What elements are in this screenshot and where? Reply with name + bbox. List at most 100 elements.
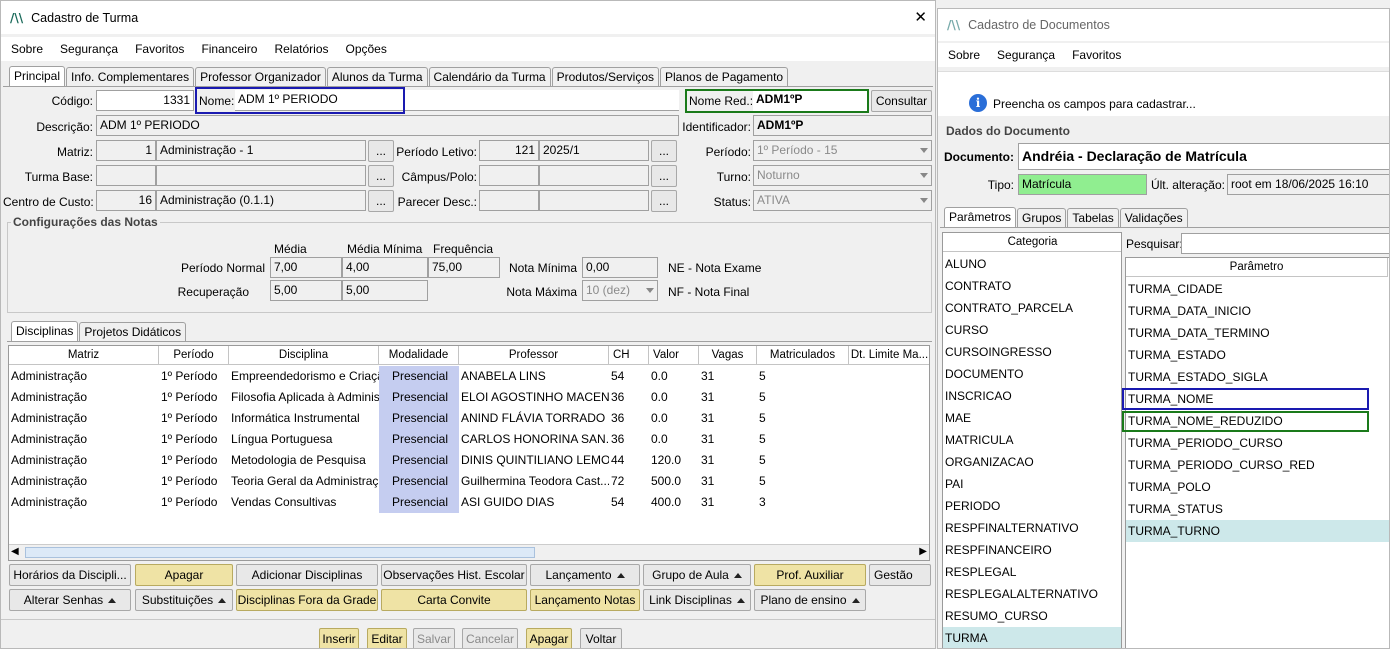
parametro-item[interactable]: TURMA_DATA_TERMINO bbox=[1126, 322, 1389, 344]
disciplinas-fora-grade-button[interactable]: Disciplinas Fora da Grade bbox=[236, 589, 378, 611]
tab-planos-pagamento[interactable]: Planos de Pagamento bbox=[660, 67, 789, 87]
tab-validacoes[interactable]: Validações bbox=[1119, 208, 1188, 228]
table-row[interactable]: Administração 1º Período Vendas Consultiva… bbox=[9, 492, 929, 513]
col-matriz[interactable]: Matriz bbox=[9, 346, 159, 365]
tab-disciplinas[interactable]: Disciplinas bbox=[11, 321, 79, 342]
parametro-item[interactable]: TURMA_PERIODO_CURSO bbox=[1126, 432, 1389, 454]
consultar-button[interactable]: Consultar bbox=[871, 90, 932, 112]
matriz-lookup-button[interactable]: ... bbox=[368, 140, 394, 162]
doc-menu-favoritos[interactable]: Favoritos bbox=[1072, 48, 1121, 62]
parametro-item[interactable]: TURMA_CIDADE bbox=[1126, 278, 1389, 300]
categoria-item[interactable]: ALUNO bbox=[943, 253, 1121, 275]
horarios-disciplina-button[interactable]: Horários da Discipli... bbox=[9, 564, 131, 586]
doc-menu-seguranca[interactable]: Segurança bbox=[997, 48, 1055, 62]
categoria-item[interactable]: PAI bbox=[943, 473, 1121, 495]
rec-media-field[interactable]: 5,00 bbox=[270, 280, 342, 301]
centro-custo-field[interactable]: Administração (0.1.1) bbox=[156, 190, 366, 211]
observacoes-hist-button[interactable]: Observações Hist. Escolar bbox=[381, 564, 527, 586]
parametro-item[interactable]: TURMA_POLO bbox=[1126, 476, 1389, 498]
status-select[interactable]: ATIVA bbox=[753, 190, 932, 211]
parametro-item[interactable]: TURMA_ESTADO_SIGLA bbox=[1126, 366, 1389, 388]
categoria-item[interactable]: TURMA bbox=[943, 627, 1121, 648]
scroll-right-icon[interactable]: ▶ bbox=[919, 546, 927, 557]
menu-seguranca[interactable]: Segurança bbox=[60, 42, 118, 56]
editar-button[interactable]: Editar bbox=[367, 628, 407, 648]
doc-menu-sobre[interactable]: Sobre bbox=[948, 48, 980, 62]
carta-convite-button[interactable]: Carta Convite bbox=[381, 589, 527, 611]
parametro-item[interactable]: TURMA_PERIODO_CURSO_RED bbox=[1126, 454, 1389, 476]
menu-favoritos[interactable]: Favoritos bbox=[135, 42, 184, 56]
normal-frequencia-field[interactable]: 75,00 bbox=[428, 257, 500, 278]
parecer-id-field[interactable] bbox=[479, 190, 539, 211]
horizontal-scrollbar[interactable]: ◀ ▶ bbox=[9, 544, 929, 560]
campus-id-field[interactable] bbox=[479, 165, 539, 186]
campus-field[interactable] bbox=[539, 165, 649, 186]
apagar-disciplina-button[interactable]: Apagar bbox=[135, 564, 233, 586]
menu-relatorios[interactable]: Relatórios bbox=[274, 42, 328, 56]
tab-tabelas[interactable]: Tabelas bbox=[1067, 208, 1119, 228]
alterar-senhas-button[interactable]: Alterar Senhas bbox=[9, 589, 131, 611]
parametro-item[interactable]: TURMA_ESTADO bbox=[1126, 344, 1389, 366]
tab-info-complementares[interactable]: Info. Complementares bbox=[66, 67, 195, 87]
categoria-item[interactable]: MATRICULA bbox=[943, 429, 1121, 451]
categoria-item[interactable]: RESPLEGAL bbox=[943, 561, 1121, 583]
nota-maxima-select[interactable]: 10 (dez) bbox=[582, 280, 658, 301]
table-row[interactable]: Administração 1º Período Metodologia de Pe… bbox=[9, 450, 929, 471]
col-professor[interactable]: Professor bbox=[459, 346, 609, 365]
table-row[interactable]: Administração 1º Período Teoria Geral da A… bbox=[9, 471, 929, 492]
menu-opcoes[interactable]: Opções bbox=[346, 42, 387, 56]
normal-media-field[interactable]: 7,00 bbox=[270, 257, 342, 278]
tab-alunos-turma[interactable]: Alunos da Turma bbox=[326, 67, 428, 87]
categoria-item[interactable]: RESPFINALTERNATIVO bbox=[943, 517, 1121, 539]
turno-select[interactable]: Noturno bbox=[753, 165, 932, 186]
grupo-aula-button[interactable]: Grupo de Aula bbox=[643, 564, 751, 586]
parametro-header[interactable]: Parâmetro bbox=[1126, 258, 1388, 277]
categoria-item[interactable]: MAE bbox=[943, 407, 1121, 429]
apagar-button[interactable]: Apagar bbox=[526, 628, 572, 648]
categoria-item[interactable]: RESPLEGALALTERNATIVO bbox=[943, 583, 1121, 605]
tab-professor-organizador[interactable]: Professor Organizador bbox=[195, 67, 326, 87]
gestao-button[interactable]: Gestão bbox=[869, 564, 931, 586]
tipo-field[interactable]: Matrícula bbox=[1018, 174, 1147, 195]
categoria-header[interactable]: Categoria bbox=[943, 233, 1121, 252]
rec-media-minima-field[interactable]: 5,00 bbox=[342, 280, 428, 301]
tab-grupos[interactable]: Grupos bbox=[1017, 208, 1067, 228]
centro-custo-lookup-button[interactable]: ... bbox=[368, 190, 394, 212]
col-ch[interactable]: CH bbox=[609, 346, 649, 365]
col-dt-limite[interactable]: Dt. Limite Ma... bbox=[849, 346, 929, 365]
lancamento-notas-button[interactable]: Lançamento Notas bbox=[530, 589, 640, 611]
parecer-field[interactable] bbox=[539, 190, 649, 211]
cancelar-button[interactable]: Cancelar bbox=[462, 628, 518, 648]
col-periodo[interactable]: Período bbox=[159, 346, 229, 365]
table-row[interactable]: Administração 1º Período Filosofia Aplicad… bbox=[9, 387, 929, 408]
nota-minima-field[interactable]: 0,00 bbox=[582, 257, 658, 278]
turma-base-id-field[interactable] bbox=[96, 165, 156, 186]
matriz-id-field[interactable]: 1 bbox=[96, 140, 156, 161]
lancamento-button[interactable]: Lançamento bbox=[530, 564, 640, 586]
matriz-field[interactable]: Administração - 1 bbox=[156, 140, 366, 161]
col-disciplina[interactable]: Disciplina bbox=[229, 346, 379, 365]
centro-custo-id-field[interactable]: 16 bbox=[96, 190, 156, 211]
ult-alteracao-field[interactable]: root em 18/06/2025 16:10 bbox=[1227, 174, 1389, 195]
categoria-item[interactable]: CURSO bbox=[943, 319, 1121, 341]
col-vagas[interactable]: Vagas bbox=[699, 346, 757, 365]
col-matriculados[interactable]: Matriculados bbox=[757, 346, 849, 365]
table-row[interactable]: Administração 1º Período Informática Instr… bbox=[9, 408, 929, 429]
pesquisar-input[interactable] bbox=[1181, 233, 1389, 254]
categoria-item[interactable]: ORGANIZACAO bbox=[943, 451, 1121, 473]
salvar-button[interactable]: Salvar bbox=[413, 628, 455, 648]
tab-calendario[interactable]: Calendário da Turma bbox=[428, 67, 551, 87]
tab-parametros[interactable]: Parâmetros bbox=[944, 207, 1017, 228]
prof-auxiliar-button[interactable]: Prof. Auxiliar bbox=[754, 564, 866, 586]
categoria-item[interactable]: INSCRICAO bbox=[943, 385, 1121, 407]
categoria-item[interactable]: CONTRATO_PARCELA bbox=[943, 297, 1121, 319]
table-row[interactable]: Administração 1º Período Língua Portuguesa… bbox=[9, 429, 929, 450]
voltar-button[interactable]: Voltar bbox=[580, 628, 622, 648]
tab-produtos-servicos[interactable]: Produtos/Serviços bbox=[551, 67, 659, 87]
scroll-thumb[interactable] bbox=[25, 547, 535, 558]
campus-lookup-button[interactable]: ... bbox=[651, 165, 677, 187]
parametro-item[interactable]: TURMA_DATA_INICIO bbox=[1126, 300, 1389, 322]
parametro-item[interactable]: TURMA_TURNO bbox=[1126, 520, 1389, 542]
plano-ensino-button[interactable]: Plano de ensino bbox=[754, 589, 866, 611]
periodo-letivo-field[interactable]: 2025/1 bbox=[539, 140, 649, 161]
